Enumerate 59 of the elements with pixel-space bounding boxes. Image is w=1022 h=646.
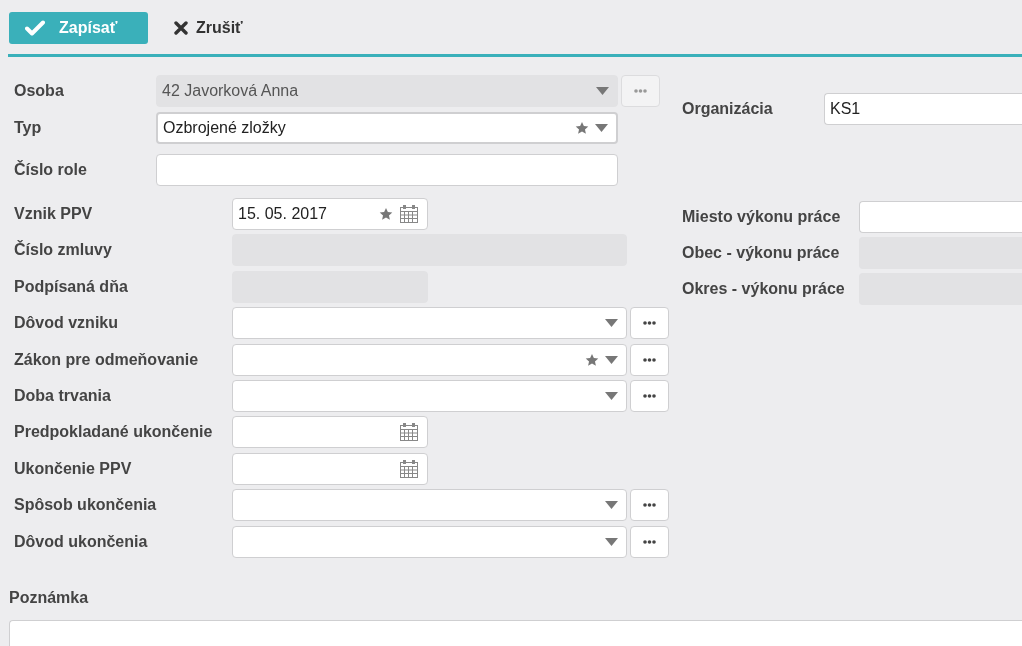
field-label: Číslo role xyxy=(14,159,88,180)
dropdown-field[interactable] xyxy=(232,379,627,412)
field-label: Miesto výkonu práce xyxy=(682,207,842,227)
field-label: Vznik PPV xyxy=(14,204,94,224)
dropdown-field[interactable] xyxy=(232,343,627,376)
caret-icon xyxy=(605,355,618,364)
star-icon xyxy=(379,207,393,221)
caret-icon xyxy=(605,319,618,328)
field-label: Zákon pre odmeňovanie xyxy=(14,349,200,370)
input-field[interactable] xyxy=(156,154,618,186)
caret-icon xyxy=(605,391,618,400)
close-icon xyxy=(174,20,188,35)
note-field[interactable] xyxy=(9,619,1022,646)
field-label: Ukončenie PPV xyxy=(14,458,133,479)
check-icon xyxy=(25,19,45,36)
date-field[interactable]: 15. 05. 2017 xyxy=(232,198,428,230)
field-label: Osoba xyxy=(14,81,65,101)
more-button[interactable] xyxy=(630,307,669,340)
more-button[interactable] xyxy=(630,525,669,558)
input-field[interactable]: KS1 xyxy=(824,93,1022,125)
field-label: Dôvod vzniku xyxy=(14,313,119,334)
field-label: Typ xyxy=(14,118,43,138)
caret-icon xyxy=(595,124,608,132)
cancel-button[interactable]: Zrušiť xyxy=(174,11,243,44)
date-field[interactable] xyxy=(232,416,428,449)
date-field[interactable] xyxy=(232,452,428,485)
star-icon xyxy=(575,121,589,135)
calendar-icon xyxy=(399,204,419,224)
dropdown-field[interactable] xyxy=(232,525,627,558)
calendar-icon xyxy=(399,458,419,479)
more-icon xyxy=(643,321,656,326)
more-button[interactable] xyxy=(630,343,669,376)
field-label: Spôsob ukončenia xyxy=(14,495,158,516)
more-icon xyxy=(643,357,656,362)
dropdown-field: 42 Javorková Anna xyxy=(156,75,618,107)
dropdown-field[interactable] xyxy=(232,489,627,522)
caret-icon xyxy=(605,501,618,510)
dropdown-field[interactable] xyxy=(232,307,627,340)
field-label: Okres - výkonu práce xyxy=(682,279,846,299)
caret-icon xyxy=(605,537,618,546)
calendar-icon xyxy=(399,422,419,443)
field-label: Poznámka xyxy=(9,587,90,608)
field-label: Číslo zmluvy xyxy=(14,239,113,261)
more-icon xyxy=(643,503,656,508)
more-button[interactable] xyxy=(630,379,669,412)
more-icon xyxy=(643,539,656,544)
more-icon xyxy=(634,89,647,93)
field-label: Obec - výkonu práce xyxy=(682,243,841,263)
field-label: Predpokladané ukončenie xyxy=(14,422,214,443)
input-field[interactable] xyxy=(859,201,1022,233)
field-label: Podpísaná dňa xyxy=(14,276,129,297)
field-label: Doba trvania xyxy=(14,385,112,406)
field-label: Dôvod ukončenia xyxy=(14,531,149,552)
more-button[interactable] xyxy=(630,489,669,522)
caret-icon xyxy=(596,87,609,95)
field-label: Organizácia xyxy=(682,99,774,119)
star-icon xyxy=(585,352,599,367)
dropdown-field[interactable]: Ozbrojené zložky xyxy=(156,112,618,144)
more-icon xyxy=(643,393,656,398)
